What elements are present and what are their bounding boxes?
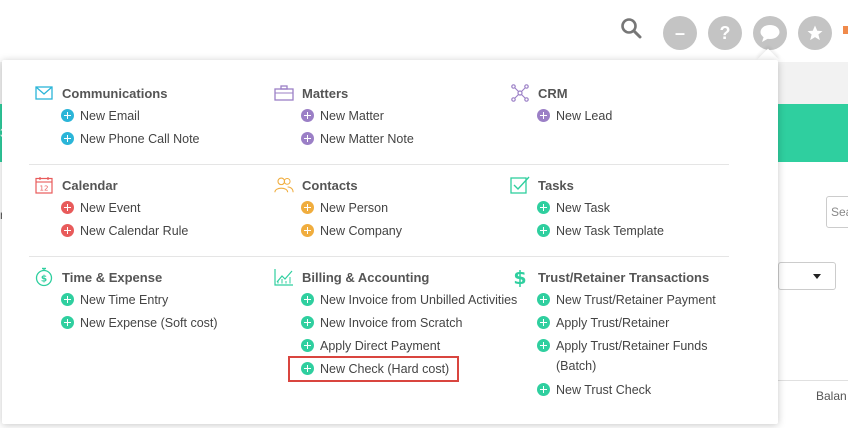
plus-circle-icon	[61, 224, 74, 237]
calendar-icon: 12	[34, 176, 54, 194]
plus-circle-icon	[537, 339, 550, 352]
favorites-button[interactable]	[798, 16, 832, 50]
notification-mark	[843, 26, 848, 34]
group-title: Matters	[302, 85, 349, 101]
plus-circle-icon	[61, 109, 74, 122]
plus-circle-icon	[537, 293, 550, 306]
minus-icon: –	[674, 22, 685, 43]
plus-circle-icon	[61, 316, 74, 329]
group-title: Trust/Retainer Transactions	[538, 269, 710, 285]
chart-icon	[274, 268, 294, 286]
briefcase-icon	[274, 84, 294, 102]
chat-button[interactable]	[753, 16, 787, 50]
menu-item-new-phone-call-note[interactable]: New Phone Call Note	[61, 130, 200, 148]
plus-circle-icon	[301, 316, 314, 329]
checkbox-icon	[510, 176, 530, 194]
chat-bubble-icon	[760, 25, 780, 42]
highlight-box	[288, 356, 459, 382]
star-icon	[807, 25, 823, 41]
background-select[interactable]	[778, 262, 836, 290]
plus-circle-icon	[537, 224, 550, 237]
group-title: Calendar	[62, 177, 118, 193]
group-communications: Communications New Email New Phone Call …	[34, 84, 200, 153]
menu-item-new-time-entry[interactable]: New Time Entry	[61, 291, 218, 309]
menu-item-new-person[interactable]: New Person	[301, 199, 402, 217]
group-matters: Matters New Matter New Matter Note	[274, 84, 414, 153]
menu-item-new-company[interactable]: New Company	[301, 222, 402, 240]
group-contacts: Contacts New Person New Company	[274, 176, 402, 245]
menu-item-apply-direct-payment[interactable]: Apply Direct Payment	[301, 337, 517, 355]
caret-down-icon	[813, 274, 821, 279]
group-title: Contacts	[302, 177, 358, 193]
top-bar: – ?	[0, 0, 848, 62]
group-title: Communications	[62, 85, 168, 101]
group-title: Time & Expense	[62, 269, 163, 285]
menu-item-new-email[interactable]: New Email	[61, 107, 200, 125]
plus-circle-icon	[301, 293, 314, 306]
group-crm: CRM New Lead	[510, 84, 612, 130]
plus-circle-icon	[301, 201, 314, 214]
plus-circle-icon	[61, 293, 74, 306]
svg-text:12: 12	[40, 185, 49, 193]
plus-circle-icon	[301, 132, 314, 145]
menu-item-new-task-template[interactable]: New Task Template	[537, 222, 664, 240]
stopwatch-dollar-icon: $	[34, 267, 54, 287]
group-title: Billing & Accounting	[302, 269, 430, 285]
plus-circle-icon	[61, 132, 74, 145]
group-title: Tasks	[538, 177, 574, 193]
menu-item-new-trust-check[interactable]: New Trust Check	[537, 381, 716, 399]
divider	[778, 380, 848, 381]
menu-item-new-matter-note[interactable]: New Matter Note	[301, 130, 414, 148]
svg-text:$: $	[513, 267, 526, 287]
menu-item-new-matter[interactable]: New Matter	[301, 107, 414, 125]
menu-item-apply-trust[interactable]: Apply Trust/Retainer	[537, 314, 716, 332]
group-tasks: Tasks New Task New Task Template	[510, 176, 664, 245]
plus-circle-icon	[537, 201, 550, 214]
plus-circle-icon	[537, 109, 550, 122]
minus-button[interactable]: –	[663, 16, 697, 50]
menu-item-new-lead[interactable]: New Lead	[537, 107, 612, 125]
help-button[interactable]: ?	[708, 16, 742, 50]
menu-item-new-calendar-rule[interactable]: New Calendar Rule	[61, 222, 188, 240]
balance-column-header: Balan	[816, 389, 847, 403]
plus-circle-icon	[61, 201, 74, 214]
plus-circle-icon	[537, 383, 550, 396]
menu-item-new-task[interactable]: New Task	[537, 199, 664, 217]
network-icon	[510, 84, 530, 102]
menu-item-new-invoice-scratch[interactable]: New Invoice from Scratch	[301, 314, 517, 332]
menu-item-new-invoice-unbilled[interactable]: New Invoice from Unbilled Activities	[301, 291, 517, 309]
background-search-input[interactable]: Sea	[826, 196, 848, 228]
plus-circle-icon	[537, 316, 550, 329]
menu-item-new-expense[interactable]: New Expense (Soft cost)	[61, 314, 218, 332]
group-trust-retainer: $ Trust/Retainer Transactions New Trust/…	[510, 267, 716, 404]
plus-circle-icon	[301, 339, 314, 352]
people-icon	[274, 176, 294, 194]
search-icon[interactable]	[619, 16, 643, 40]
group-time-expense: $ Time & Expense New Time Entry New Expe…	[34, 267, 218, 337]
group-calendar: 12 Calendar New Event New Calendar Rule	[34, 176, 188, 245]
plus-circle-icon	[301, 109, 314, 122]
dollar-icon: $	[510, 267, 530, 287]
plus-circle-icon	[301, 224, 314, 237]
menu-divider	[29, 256, 729, 257]
group-title: CRM	[538, 85, 568, 101]
menu-item-apply-trust-batch[interactable]: Apply Trust/Retainer Funds (Batch)	[537, 337, 716, 376]
svg-text:$: $	[41, 275, 47, 285]
menu-item-new-trust-payment[interactable]: New Trust/Retainer Payment	[537, 291, 716, 309]
menu-divider	[29, 164, 729, 165]
envelope-icon	[34, 84, 54, 102]
question-icon: ?	[719, 22, 731, 43]
menu-item-new-event[interactable]: New Event	[61, 199, 188, 217]
